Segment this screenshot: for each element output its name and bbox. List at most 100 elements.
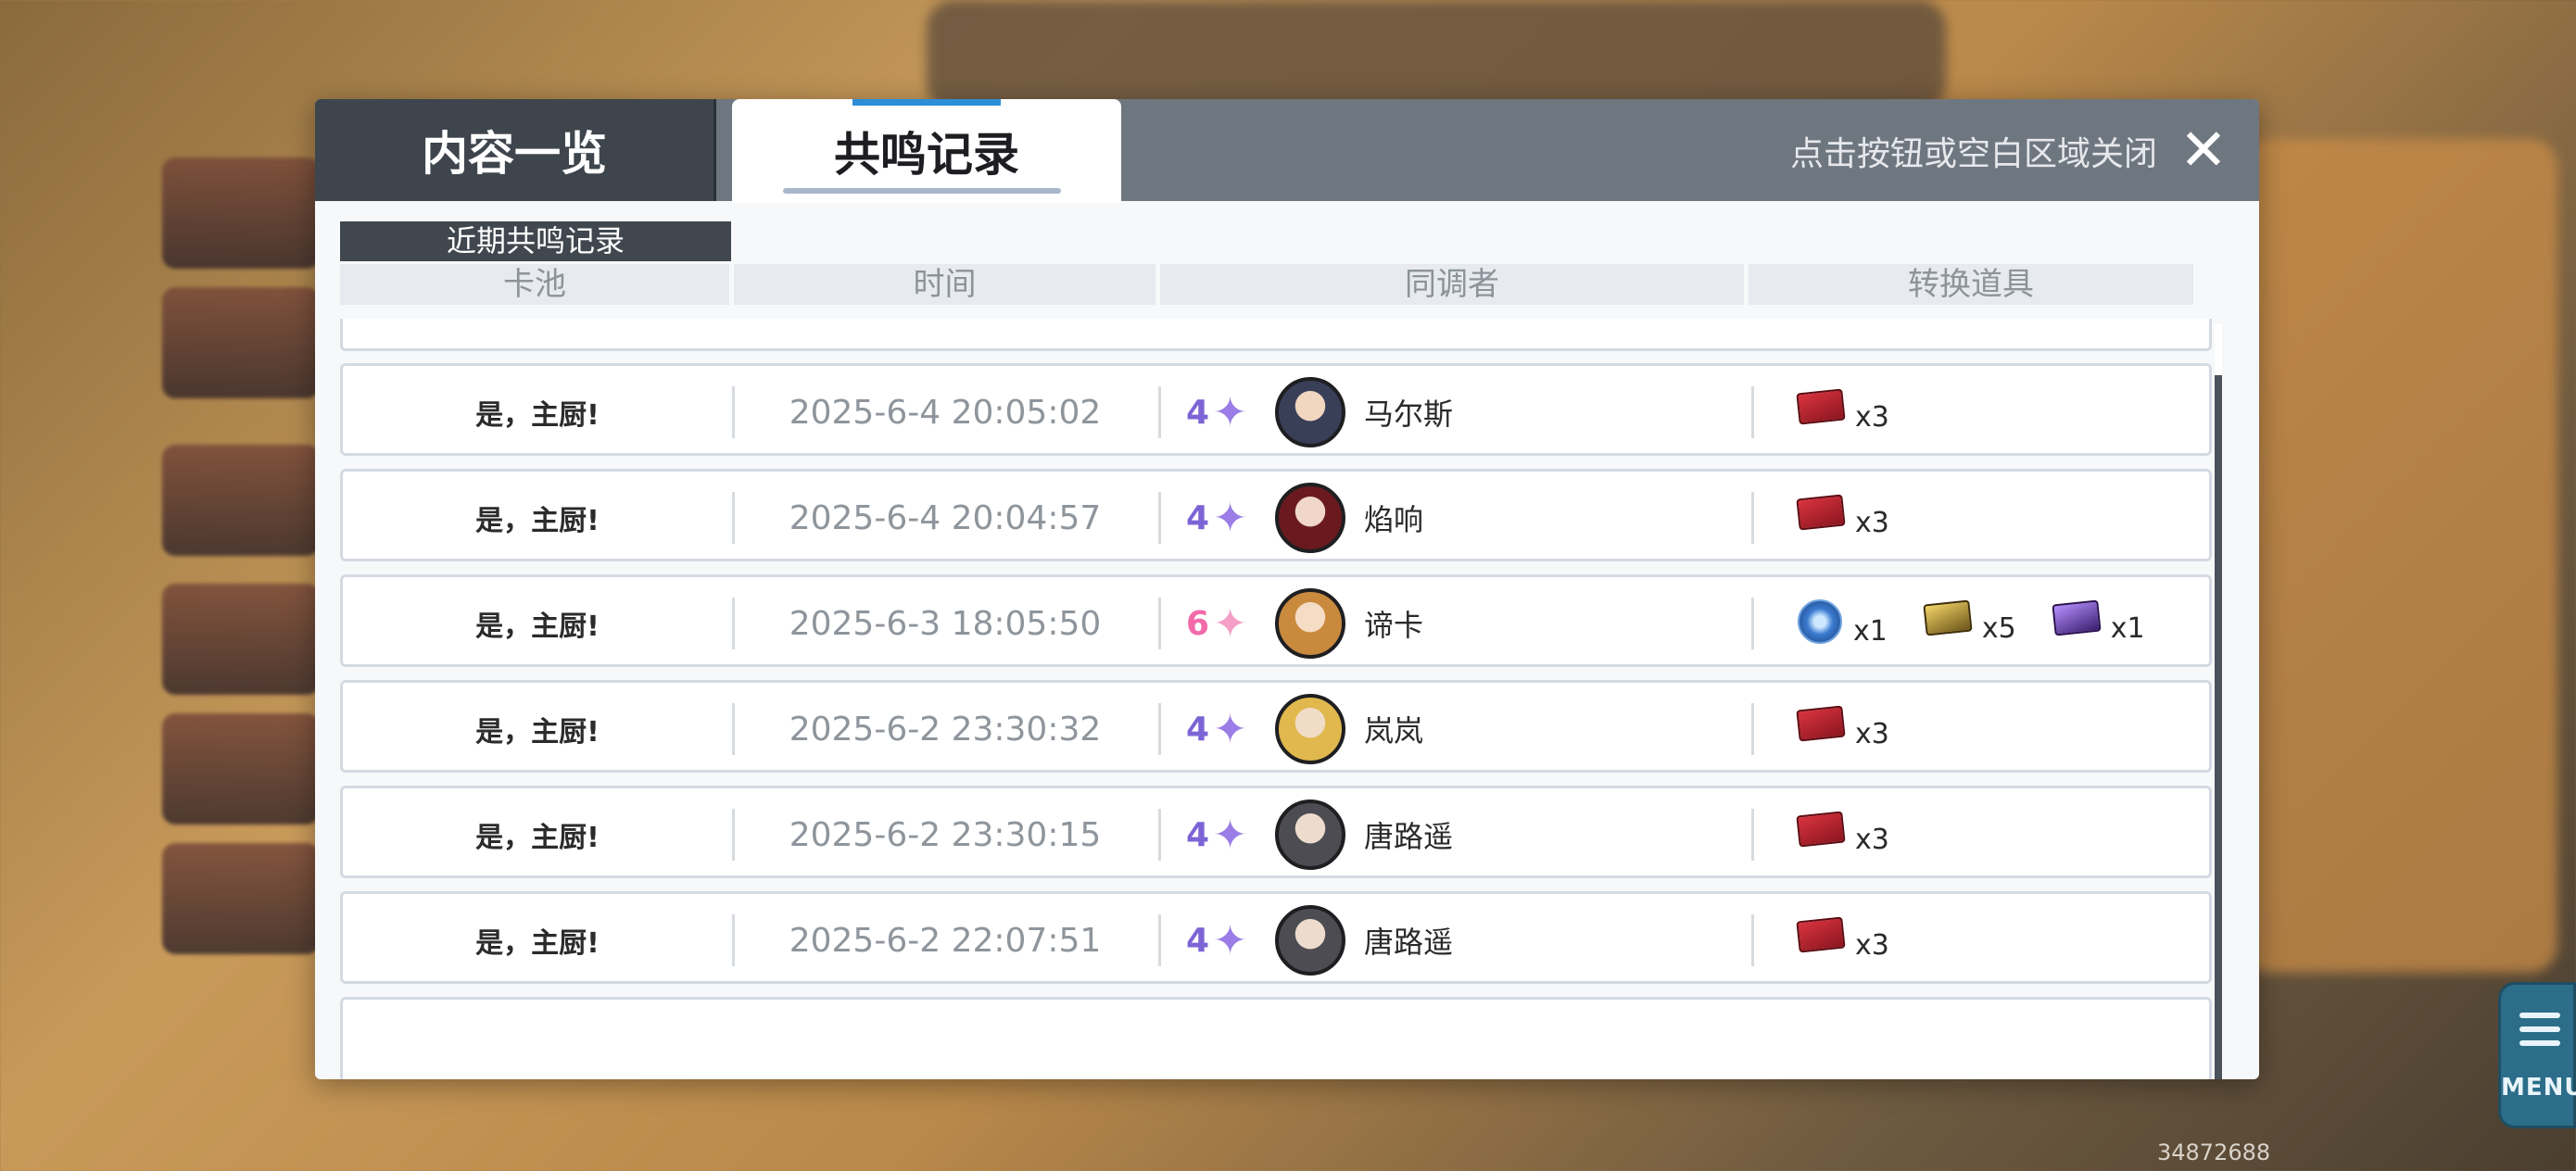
item-quantity: x3 bbox=[1855, 401, 1889, 434]
record-time: 2025-6-2 22:07:51 bbox=[789, 921, 1102, 960]
character-cell: 4 ✦ 岚岚 bbox=[1158, 683, 1751, 775]
section-label: 近期共鸣记录 bbox=[340, 221, 731, 261]
items-cell: x3 bbox=[1751, 788, 2196, 881]
avatar bbox=[1274, 483, 1345, 553]
record-list[interactable]: 是，主厨! 2025-6-4 20:05:02 4 ✦ 马尔斯 x3 是，主厨! bbox=[340, 319, 2212, 1079]
item-quantity: x3 bbox=[1855, 824, 1889, 856]
star-icon: ✦ bbox=[1213, 599, 1247, 648]
item-quantity: x3 bbox=[1855, 718, 1889, 750]
record-time: 2025-6-2 23:30:32 bbox=[789, 710, 1102, 749]
star-icon: ✦ bbox=[1213, 916, 1247, 964]
column-header-pool: 卡池 bbox=[340, 264, 729, 305]
item-entry: x3 bbox=[1796, 388, 1889, 434]
table-row: 是，主厨! 2025-6-2 23:30:15 4 ✦ 唐路遥 x3 bbox=[340, 786, 2212, 878]
table-row bbox=[340, 319, 2212, 351]
background-glow bbox=[927, 0, 1946, 111]
record-time: 2025-6-3 18:05:50 bbox=[789, 604, 1102, 643]
items-cell: x3 bbox=[1751, 472, 2196, 564]
table-row: 是，主厨! 2025-6-4 20:04:57 4 ✦ 焰响 x3 bbox=[340, 469, 2212, 561]
avatar bbox=[1274, 588, 1345, 659]
pool-name: 是，主厨! bbox=[475, 399, 600, 432]
item-quantity: x5 bbox=[1981, 612, 2016, 645]
record-time: 2025-6-4 20:05:02 bbox=[789, 393, 1102, 432]
character-name: 岚岚 bbox=[1363, 713, 1423, 749]
close-icon[interactable]: ✕ bbox=[2176, 121, 2231, 179]
rarity-value: 4 bbox=[1186, 393, 1210, 432]
red-ticket-icon bbox=[1796, 811, 1846, 848]
menu-label: MENU bbox=[2501, 1074, 2576, 1102]
items-cell: x3 bbox=[1751, 683, 2196, 775]
item-entry: x5 bbox=[1923, 599, 2016, 645]
background-banner bbox=[162, 445, 320, 556]
menu-icon bbox=[2519, 1013, 2560, 1054]
pool-name: 是，主厨! bbox=[475, 716, 600, 749]
red-ticket-icon bbox=[1796, 705, 1846, 742]
column-header-items: 转换道具 bbox=[1749, 264, 2193, 305]
menu-button[interactable]: MENU bbox=[2498, 982, 2576, 1128]
scrollbar-thumb[interactable] bbox=[2215, 324, 2222, 375]
item-quantity: x1 bbox=[1853, 615, 1888, 648]
resonance-record-dialog: 内容一览 共鸣记录 点击按钮或空白区域关闭 ✕ 近期共鸣记录 卡池 时间 同调者… bbox=[315, 99, 2259, 1079]
scrollbar[interactable] bbox=[2215, 324, 2222, 1079]
item-entry: x3 bbox=[1796, 705, 1889, 750]
items-cell: x3 bbox=[1751, 894, 2196, 987]
character-name: 谛卡 bbox=[1363, 608, 1423, 643]
avatar bbox=[1274, 800, 1345, 870]
character-cell: 6 ✦ 谛卡 bbox=[1158, 577, 1751, 670]
character-name: 马尔斯 bbox=[1363, 397, 1453, 432]
character-name: 唐路遥 bbox=[1363, 925, 1453, 960]
star-icon: ✦ bbox=[1213, 388, 1247, 436]
pool-name: 是，主厨! bbox=[475, 822, 600, 854]
item-quantity: x3 bbox=[1855, 929, 1889, 962]
item-entry: x3 bbox=[1796, 916, 1889, 962]
item-entry: x1 bbox=[1798, 599, 1888, 648]
rarity-value: 6 bbox=[1186, 604, 1210, 643]
pool-name: 是，主厨! bbox=[475, 611, 600, 643]
background-banner bbox=[162, 287, 320, 398]
player-uid: 34872688 bbox=[2157, 1140, 2271, 1165]
avatar bbox=[1274, 377, 1345, 447]
record-time: 2025-6-4 20:04:57 bbox=[789, 498, 1102, 537]
character-name: 焰响 bbox=[1363, 502, 1423, 537]
rarity-value: 4 bbox=[1186, 921, 1210, 960]
star-icon: ✦ bbox=[1213, 494, 1247, 542]
item-entry: x3 bbox=[1796, 811, 1889, 856]
rarity-value: 4 bbox=[1186, 710, 1210, 749]
tab-content-overview[interactable]: 内容一览 bbox=[315, 99, 716, 201]
rarity-value: 4 bbox=[1186, 498, 1210, 537]
column-header-time: 时间 bbox=[734, 264, 1155, 305]
avatar bbox=[1274, 694, 1345, 764]
red-ticket-icon bbox=[1796, 916, 1846, 953]
item-entry: x1 bbox=[2052, 599, 2145, 645]
gold-card-icon bbox=[1923, 599, 1973, 636]
column-header-character: 同调者 bbox=[1160, 264, 1744, 305]
background-glow bbox=[2242, 139, 2557, 973]
background-banner bbox=[162, 157, 320, 269]
items-cell: x1 x5 x1 bbox=[1751, 577, 2196, 670]
item-entry: x3 bbox=[1796, 494, 1889, 539]
items-cell: x3 bbox=[1751, 366, 2196, 459]
character-cell: 4 ✦ 马尔斯 bbox=[1158, 366, 1751, 459]
background-banner bbox=[162, 843, 320, 954]
character-cell: 4 ✦ 焰响 bbox=[1158, 472, 1751, 564]
character-cell: 4 ✦ 唐路遥 bbox=[1158, 894, 1751, 987]
table-row bbox=[340, 997, 2212, 1079]
rarity-value: 4 bbox=[1186, 815, 1210, 854]
table-row: 是，主厨! 2025-6-3 18:05:50 6 ✦ 谛卡 x1 x5 x1 bbox=[340, 574, 2212, 667]
pool-name: 是，主厨! bbox=[475, 505, 600, 537]
record-time: 2025-6-2 23:30:15 bbox=[789, 815, 1102, 854]
star-icon: ✦ bbox=[1213, 705, 1247, 753]
close-hint: 点击按钮或空白区域关闭 bbox=[1789, 135, 2157, 173]
star-icon: ✦ bbox=[1213, 811, 1247, 859]
blue-orb-icon bbox=[1798, 599, 1842, 644]
background-banner bbox=[162, 713, 320, 825]
red-ticket-icon bbox=[1796, 494, 1846, 531]
character-name: 唐路遥 bbox=[1363, 819, 1453, 854]
table-header: 卡池 时间 同调者 转换道具 bbox=[340, 264, 2193, 305]
table-row: 是，主厨! 2025-6-2 23:30:32 4 ✦ 岚岚 x3 bbox=[340, 680, 2212, 773]
background-banner bbox=[162, 584, 320, 695]
table-row: 是，主厨! 2025-6-4 20:05:02 4 ✦ 马尔斯 x3 bbox=[340, 363, 2212, 456]
character-cell: 4 ✦ 唐路遥 bbox=[1158, 788, 1751, 881]
tab-resonance-records[interactable]: 共鸣记录 bbox=[732, 99, 1121, 203]
table-row: 是，主厨! 2025-6-2 22:07:51 4 ✦ 唐路遥 x3 bbox=[340, 891, 2212, 984]
